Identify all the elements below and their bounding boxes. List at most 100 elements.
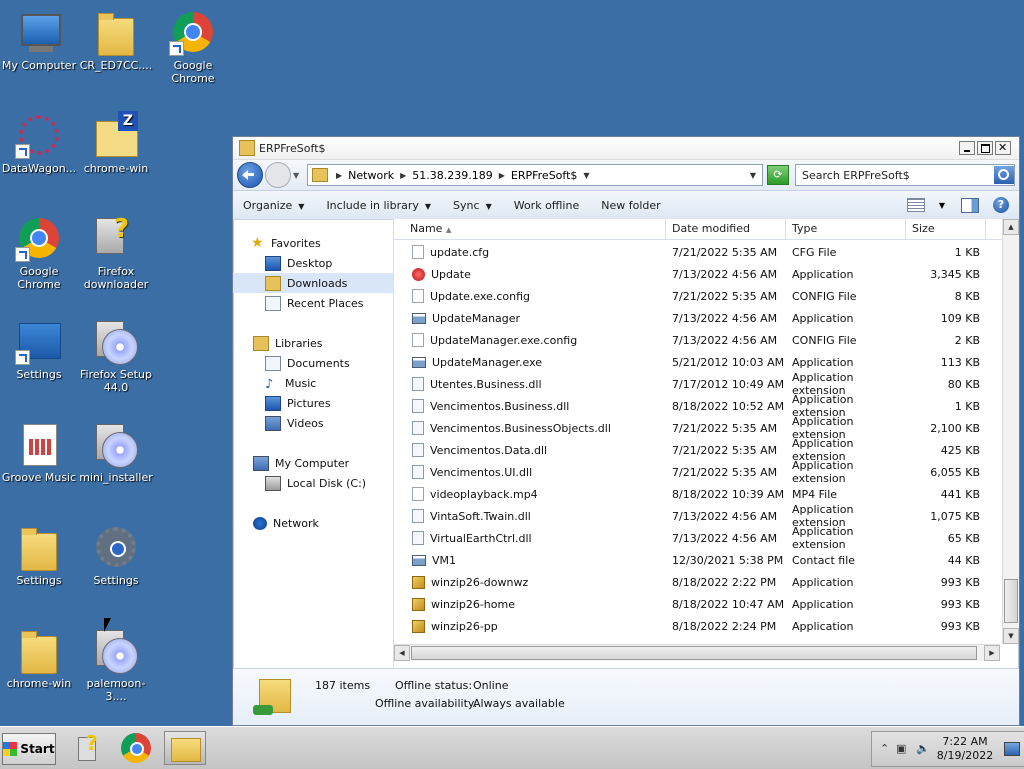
file-row[interactable]: Update.exe.config 7/21/2022 5:35 AM CONFIG…	[394, 285, 994, 307]
file-row[interactable]: winzip26-home 8/18/2022 10:47 AM Applicati…	[394, 593, 994, 615]
file-row[interactable]: Vencimentos.Data.dll 7/21/2022 5:35 AM App…	[394, 437, 994, 463]
file-row[interactable]: winzip26-pp 8/18/2022 2:24 PM Application 9…	[394, 615, 994, 637]
view-options-icon[interactable]	[906, 198, 925, 212]
file-row[interactable]: VirtualEarthCtrl.dll 7/13/2022 4:56 AM App…	[394, 525, 994, 551]
breadcrumb-share[interactable]: ERPFreSoft$	[511, 169, 578, 182]
nav-desktop[interactable]: Desktop	[233, 253, 393, 273]
desktop-icon-settings-folder[interactable]: Settings	[0, 523, 78, 587]
desktop-icon-chrome-win-zip[interactable]: Z chrome-win	[77, 111, 155, 175]
nav-recent-places[interactable]: Recent Places	[233, 293, 393, 313]
desktop-icon-my-computer[interactable]: My Computer	[0, 8, 78, 72]
nav-music[interactable]: ♪ Music	[233, 373, 393, 393]
maximize-button[interactable]	[977, 141, 993, 155]
nav-local-disk[interactable]: Local Disk (C:)	[233, 473, 393, 493]
organize-menu[interactable]: Organize ▼	[243, 199, 304, 212]
file-row[interactable]: update.cfg 7/21/2022 5:35 AM CFG File 1 KB	[394, 241, 994, 263]
sync-menu[interactable]: Sync ▼	[453, 199, 492, 212]
file-row[interactable]: UpdateManager.exe.config 7/13/2022 4:56 A…	[394, 329, 994, 351]
desktop-icon-firefox-downloader[interactable]: ? Firefox downloader	[77, 214, 155, 291]
scroll-thumb-horizontal[interactable]	[411, 646, 977, 660]
chevron-down-icon[interactable]: ▼	[939, 201, 945, 210]
chevron-down-icon: ▼	[298, 201, 305, 211]
scroll-right-arrow-icon[interactable]: ▶	[984, 645, 1000, 661]
breadcrumb-network[interactable]: Network	[348, 169, 394, 182]
desktop-icon-firefox-setup[interactable]: Firefox Setup 44.0	[77, 317, 155, 394]
start-button[interactable]: Start	[2, 733, 56, 765]
file-name: VirtualEarthCtrl.dll	[430, 531, 532, 545]
column-header-date[interactable]: Date modified	[666, 219, 786, 239]
volume-icon[interactable]: 🔈	[916, 742, 930, 755]
network-tray-icon[interactable]: ▣	[896, 742, 906, 755]
search-input[interactable]	[796, 167, 994, 183]
desktop-icon-google-chrome[interactable]: Google Chrome	[154, 8, 232, 85]
desktop-icon-palemoon[interactable]: palemoon-3....	[77, 626, 155, 703]
refresh-button[interactable]: ⟳	[767, 165, 789, 185]
back-button[interactable]	[237, 162, 263, 188]
scroll-thumb[interactable]	[1004, 579, 1018, 623]
file-row[interactable]: Update 7/13/2022 4:56 AM Application 3,345 …	[394, 263, 994, 285]
nav-my-computer[interactable]: My Computer	[233, 453, 393, 473]
include-in-library-menu[interactable]: Include in library ▼	[326, 199, 431, 212]
taskbar-explorer[interactable]	[164, 731, 206, 765]
clock[interactable]: 7:22 AM 8/19/2022	[930, 735, 1000, 763]
show-hidden-icons-icon[interactable]: ⌃	[880, 742, 889, 755]
horizontal-scrollbar[interactable]: ◀ ▶	[394, 644, 1000, 661]
desktop-icon-groove-music[interactable]: Groove Music	[0, 420, 78, 484]
file-date: 8/18/2022 2:24 PM	[672, 619, 777, 633]
file-name: Vencimentos.BusinessObjects.dll	[430, 421, 611, 435]
file-row[interactable]: UpdateManager.exe 5/21/2012 10:03 AM Appli…	[394, 351, 994, 373]
address-dropdown[interactable]: ▼	[750, 171, 756, 180]
search-icon[interactable]	[994, 166, 1014, 184]
scroll-down-arrow-icon[interactable]: ▼	[1003, 628, 1019, 644]
column-header-type[interactable]: Type	[786, 219, 906, 239]
file-row[interactable]: Utentes.Business.dll 7/17/2012 10:49 AM Ap…	[394, 371, 994, 397]
help-icon[interactable]: ?	[993, 197, 1009, 213]
file-row[interactable]: videoplayback.mp4 8/18/2022 10:39 AM MP4 F…	[394, 483, 994, 505]
file-row[interactable]: Vencimentos.Business.dll 8/18/2022 10:52 …	[394, 393, 994, 419]
gear-icon	[96, 527, 136, 567]
desktop-icon-chrome-win-folder[interactable]: chrome-win	[0, 626, 78, 690]
file-row[interactable]: VM1 12/30/2021 5:38 PM Contact file 44 KB	[394, 549, 994, 571]
close-button[interactable]	[995, 141, 1011, 155]
show-desktop-icon[interactable]	[1004, 742, 1020, 756]
desktop-icon-datawagon[interactable]: DataWagon...	[0, 111, 78, 175]
new-folder-button[interactable]: New folder	[601, 199, 660, 212]
nav-favorites[interactable]: ★ Favorites	[233, 233, 393, 253]
nav-downloads[interactable]: Downloads	[233, 273, 393, 293]
file-row[interactable]: UpdateManager 7/13/2022 4:56 AM Applicatio…	[394, 307, 994, 329]
scroll-up-arrow-icon[interactable]: ▲	[1003, 219, 1019, 235]
vertical-scrollbar[interactable]: ▲ ▼	[1002, 219, 1019, 644]
chevron-down-icon[interactable]: ▼	[583, 171, 589, 180]
column-header-name[interactable]: Name ▲	[394, 219, 666, 239]
file-row[interactable]: Vencimentos.UI.dll 7/21/2022 5:35 AM Appli…	[394, 459, 994, 485]
nav-libraries[interactable]: Libraries	[233, 333, 393, 353]
chevron-right-icon[interactable]: ▶	[400, 171, 406, 180]
work-offline-button[interactable]: Work offline	[514, 199, 580, 212]
scroll-left-arrow-icon[interactable]: ◀	[394, 645, 410, 661]
taskbar-firefox-downloader[interactable]: ?	[70, 731, 106, 765]
desktop-icon-settings[interactable]: Settings	[0, 317, 78, 381]
preview-pane-icon[interactable]	[961, 197, 979, 213]
recent-pages-dropdown[interactable]: ▼	[293, 171, 301, 180]
desktop-icon-cr-folder[interactable]: CR_ED7CC....	[77, 8, 155, 72]
file-row[interactable]: Vencimentos.BusinessObjects.dll 7/21/2022…	[394, 415, 994, 441]
chevron-right-icon[interactable]: ▶	[336, 171, 342, 180]
desktop-icon-settings-gear[interactable]: Settings	[77, 523, 155, 587]
file-row[interactable]: VintaSoft.Twain.dll 7/13/2022 4:56 AM Appl…	[394, 503, 994, 529]
file-date: 8/18/2022 10:47 AM	[672, 597, 785, 611]
column-header-size[interactable]: Size	[906, 219, 986, 239]
breadcrumb-host[interactable]: 51.38.239.189	[412, 169, 492, 182]
title-bar[interactable]: ERPFreSoft$	[233, 137, 1019, 160]
forward-button[interactable]	[265, 162, 291, 188]
file-row[interactable]: winzip26-downwz 8/18/2022 2:22 PM Applicat…	[394, 571, 994, 593]
nav-pictures[interactable]: Pictures	[233, 393, 393, 413]
nav-network[interactable]: Network	[233, 513, 393, 533]
taskbar-chrome[interactable]	[118, 731, 154, 765]
address-bar[interactable]: ▶ Network ▶ 51.38.239.189 ▶ ERPFreSoft$ …	[307, 164, 763, 186]
minimize-button[interactable]	[959, 141, 975, 155]
chevron-right-icon[interactable]: ▶	[499, 171, 505, 180]
nav-documents[interactable]: Documents	[233, 353, 393, 373]
desktop-icon-mini-installer[interactable]: mini_installer	[77, 420, 155, 484]
nav-videos[interactable]: Videos	[233, 413, 393, 433]
desktop-icon-google-chrome-2[interactable]: Google Chrome	[0, 214, 78, 291]
